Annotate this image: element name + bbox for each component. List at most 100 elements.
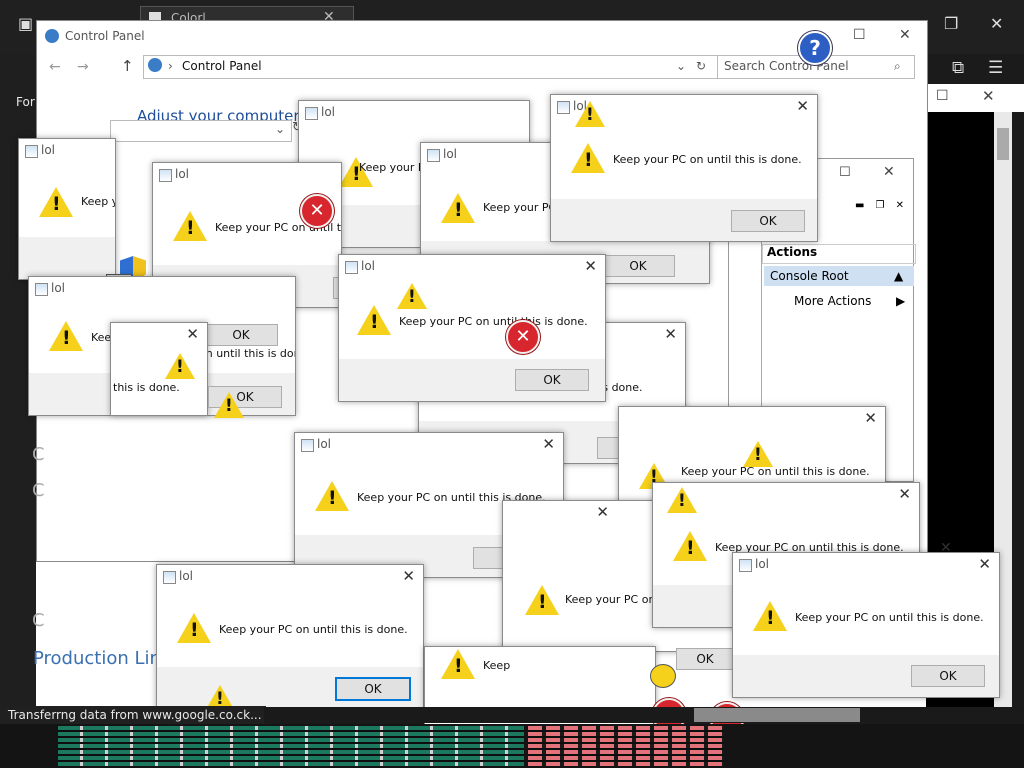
- cp-maximize-icon[interactable]: ☐: [853, 27, 866, 43]
- collapse-arrow-icon[interactable]: ▲: [894, 266, 903, 286]
- menu-icon[interactable]: ☰: [988, 58, 1003, 78]
- warning-icon: [673, 531, 707, 561]
- app-icon: [650, 664, 676, 688]
- mmc-inner-min-icon[interactable]: ▬: [855, 200, 864, 211]
- side-glyph-3: C: [32, 610, 45, 631]
- warning-icon: [441, 193, 475, 223]
- cp-forward-icon[interactable]: →: [77, 59, 89, 75]
- dialog-title: lol: [317, 437, 332, 451]
- mmc-close-icon[interactable]: ✕: [883, 164, 895, 180]
- dialog-title: lol: [41, 143, 56, 157]
- warning-icon: [575, 101, 605, 127]
- side-glyph-1: C: [32, 444, 45, 465]
- dialog-lol: lol ✕ Keep your PC on until this is done…: [338, 254, 606, 402]
- for-link[interactable]: For: [16, 95, 35, 109]
- more-actions-item[interactable]: More Actions ▶: [794, 294, 905, 308]
- dialog-lol: ✕ this is done.: [110, 322, 208, 416]
- restore-icon[interactable]: ❐: [944, 14, 958, 33]
- dialog-lol: lol ✕ Keep your PC on until this is done…: [732, 552, 1000, 698]
- dialog-title: lol: [443, 147, 458, 161]
- dialog-close-icon[interactable]: ✕: [584, 257, 597, 275]
- dialog-app-icon: [163, 571, 176, 584]
- dialog-title: lol: [361, 259, 376, 273]
- dialog-message: Keep y: [81, 195, 116, 208]
- warning-icon: [571, 143, 605, 173]
- dialog-lol: lol Keep y: [18, 138, 116, 280]
- warning-icon: [49, 321, 83, 351]
- horizontal-scrollbar[interactable]: [264, 707, 1024, 723]
- taskbar-glitch-green: [58, 726, 524, 766]
- dialog-close-icon[interactable]: ✕: [402, 567, 415, 585]
- dialog-close-icon[interactable]: ✕: [542, 435, 555, 453]
- close-icon[interactable]: ✕: [990, 14, 1003, 33]
- dialog-close-icon[interactable]: ✕: [978, 555, 991, 573]
- ok-button[interactable]: OK: [515, 369, 589, 391]
- ok-button[interactable]: OK: [601, 255, 675, 277]
- dialog-close-icon[interactable]: ✕: [664, 325, 677, 343]
- dialog-app-icon: [25, 145, 38, 158]
- ok-button[interactable]: OK: [911, 665, 985, 687]
- address-globe-icon: [148, 58, 162, 72]
- tab-overview-icon[interactable]: ▣: [18, 14, 33, 33]
- dialog-app-icon: [739, 559, 752, 572]
- search-icon[interactable]: ⌕: [894, 59, 901, 74]
- dialog-message: Keep your PC on until this is done.: [795, 611, 984, 624]
- mmc-maximize-icon[interactable]: ☐: [839, 165, 851, 180]
- dialog-message: this is done.: [113, 381, 180, 394]
- dialog-message: Keep: [483, 659, 511, 672]
- bg-window-titlebar: ☐ ✕: [926, 84, 1024, 112]
- cp-up-icon[interactable]: ↑: [121, 57, 134, 75]
- console-root-item[interactable]: Console Root ▲: [764, 266, 914, 286]
- address-dropdown-icon[interactable]: ⌄: [676, 59, 686, 73]
- ok-button-focused[interactable]: OK: [335, 677, 411, 701]
- warning-icon: [173, 211, 207, 241]
- dialog-close-icon[interactable]: ✕: [186, 325, 199, 343]
- dialog-app-icon: [345, 261, 358, 274]
- dialog-title: lol: [755, 557, 770, 571]
- browser-status-bar: Transferrng data from www.google.co.ck..…: [0, 706, 266, 724]
- dialog-footer: [19, 237, 115, 279]
- extensions-icon[interactable]: ⧉: [952, 58, 964, 78]
- dialog-close-icon[interactable]: ✕: [596, 503, 609, 521]
- taskbar-glitch-red: [528, 726, 724, 766]
- ok-button[interactable]: OK: [204, 324, 278, 346]
- scroll-thumb[interactable]: [997, 128, 1009, 160]
- dialog-close-icon[interactable]: ✕: [864, 409, 877, 427]
- breadcrumb-chevron-icon: ›: [168, 59, 173, 73]
- warning-icon: [214, 392, 244, 418]
- dialog-message: Keep your PC on until this is done.: [399, 315, 588, 328]
- warning-icon: [525, 585, 559, 615]
- dialog-message: Keep your PC: [483, 201, 557, 214]
- help-icon: ?: [798, 31, 832, 65]
- dialog-title: lol: [321, 105, 336, 119]
- address-dropdown-icon-2[interactable]: ⌄: [275, 122, 285, 136]
- production-link[interactable]: Production Lin: [33, 648, 161, 669]
- bg-close-icon[interactable]: ✕: [982, 87, 995, 105]
- address-bar-2[interactable]: ⌄: [110, 120, 292, 142]
- dialog-app-icon: [301, 439, 314, 452]
- ok-button[interactable]: OK: [676, 648, 734, 670]
- dialog-title: lol: [175, 167, 190, 181]
- dialog-close-icon[interactable]: ✕: [898, 485, 911, 503]
- cp-back-icon[interactable]: ←: [49, 59, 61, 75]
- dialog-message: Keep your PC on until this is done.: [613, 153, 802, 166]
- cp-close-icon[interactable]: ✕: [899, 27, 911, 43]
- dialog-title: lol: [179, 569, 194, 583]
- console-root-label: Console Root: [770, 269, 849, 283]
- mmc-inner-controls: ▬ ❐ ✕: [855, 193, 911, 211]
- refresh-icon[interactable]: ↻: [696, 59, 706, 73]
- hscroll-thumb[interactable]: [694, 708, 860, 722]
- dialog-message: Keep your PC on until this is done.: [681, 465, 870, 478]
- error-icon: ✕: [506, 320, 540, 354]
- address-bar[interactable]: › Control Panel ⌄ ↻: [143, 55, 725, 79]
- warning-icon: [441, 649, 475, 679]
- mmc-inner-restore-icon[interactable]: ❐: [876, 200, 885, 211]
- breadcrumb-control-panel[interactable]: Control Panel: [182, 59, 262, 73]
- error-icon: ✕: [300, 194, 334, 228]
- warning-icon: [39, 187, 73, 217]
- mmc-inner-close-icon[interactable]: ✕: [896, 200, 904, 211]
- ok-button[interactable]: OK: [731, 210, 805, 232]
- dialog-app-icon: [427, 149, 440, 162]
- dialog-close-icon[interactable]: ✕: [796, 97, 809, 115]
- bg-maximize-icon[interactable]: ☐: [936, 88, 949, 104]
